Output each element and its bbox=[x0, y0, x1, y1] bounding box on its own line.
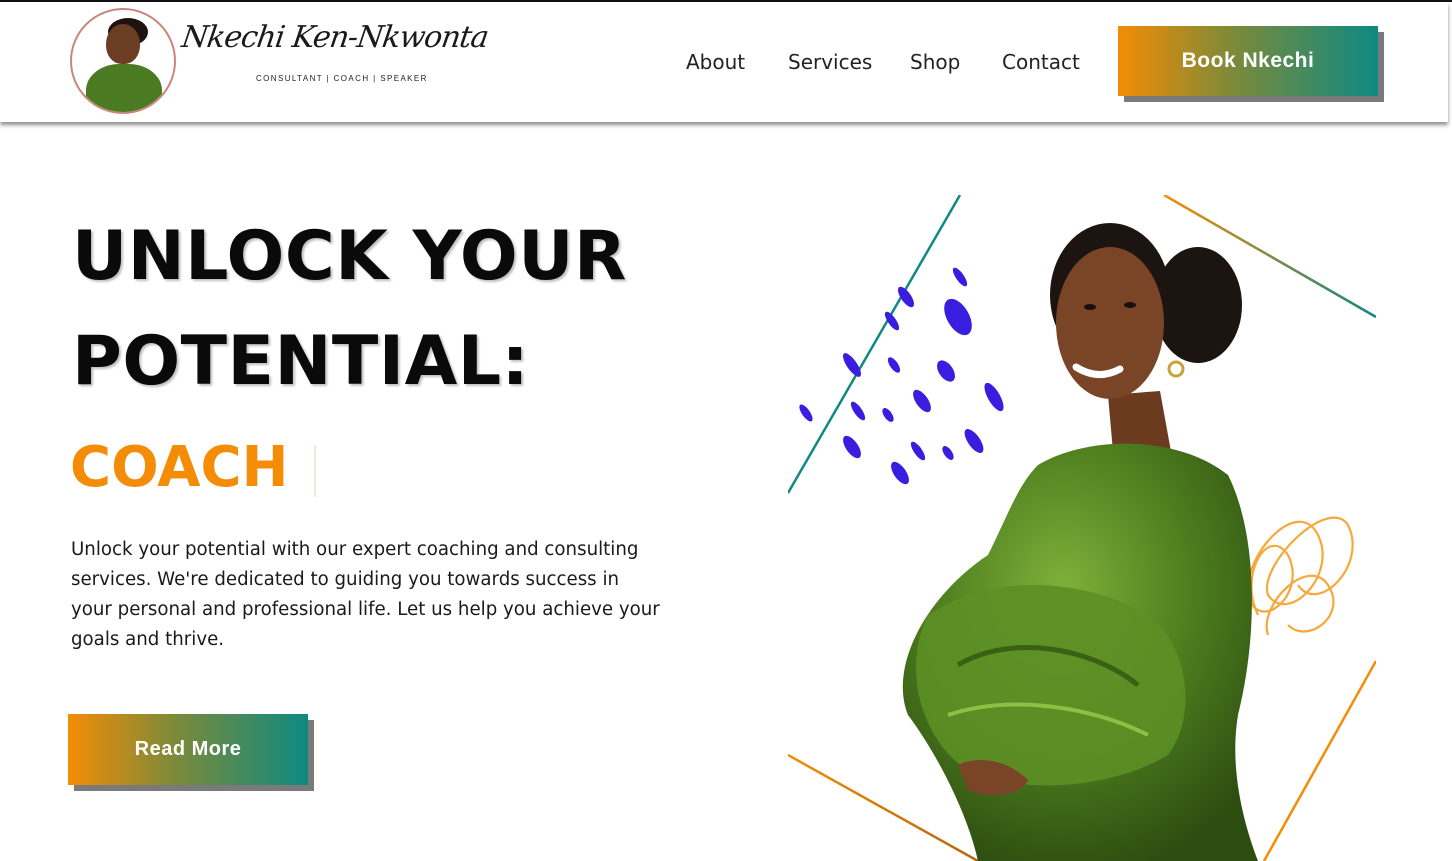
logo-portrait bbox=[70, 8, 176, 114]
hero-headline-line2: POTENTIAL: bbox=[72, 322, 530, 401]
hero-illustration bbox=[788, 195, 1376, 861]
hero-headline-line1: UNLOCK YOUR bbox=[72, 217, 627, 296]
book-nkechi-button[interactable]: Book Nkechi bbox=[1118, 26, 1378, 96]
typing-cursor bbox=[314, 445, 316, 497]
hero-rotating-word: COACH bbox=[70, 435, 289, 500]
nav-contact[interactable]: Contact bbox=[1002, 50, 1080, 74]
site-header: Nkechi Ken-Nkwonta CONSULTANT | COACH | … bbox=[0, 2, 1448, 122]
hero-description: Unlock your potential with our expert co… bbox=[71, 539, 660, 650]
nav-about[interactable]: About bbox=[686, 50, 745, 74]
hero-image bbox=[788, 195, 1376, 861]
site-logo[interactable]: Nkechi Ken-Nkwonta CONSULTANT | COACH | … bbox=[70, 8, 490, 116]
hero-section: UNLOCK YOUR POTENTIAL: COACH Unlock your… bbox=[0, 125, 1452, 861]
scribble-decoration bbox=[1246, 516, 1354, 636]
nav-shop[interactable]: Shop bbox=[910, 50, 960, 74]
read-more-button[interactable]: Read More bbox=[68, 714, 308, 785]
logo-name: Nkechi Ken-Nkwonta bbox=[179, 20, 491, 55]
blue-dots-decoration bbox=[799, 267, 1004, 485]
frame-line bbox=[788, 195, 962, 494]
nav-services[interactable]: Services bbox=[788, 50, 872, 74]
logo-tagline: CONSULTANT | COACH | SPEAKER bbox=[256, 74, 428, 83]
frame-line bbox=[1262, 660, 1376, 861]
